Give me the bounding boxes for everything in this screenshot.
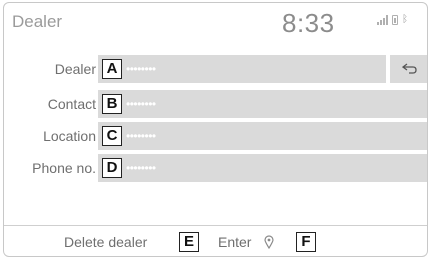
- location-label: Location: [43, 128, 96, 144]
- row-contact: Contact •••••••• B: [4, 90, 427, 118]
- badge-b: B: [102, 94, 122, 114]
- enter-button[interactable]: Enter: [218, 234, 251, 250]
- bottom-bar: Delete dealer E Enter F: [4, 225, 427, 256]
- delete-dealer-button[interactable]: Delete dealer: [64, 234, 147, 250]
- contact-field[interactable]: ••••••••: [98, 90, 427, 118]
- badge-a: A: [102, 59, 122, 79]
- back-button[interactable]: [390, 55, 427, 83]
- badge-c: C: [102, 126, 122, 146]
- badge-e: E: [179, 232, 199, 252]
- clock: 8:33: [282, 8, 335, 38]
- row-phone: Phone no. •••••••• D: [4, 154, 427, 182]
- phone-label: Phone no.: [32, 160, 96, 176]
- badge-d: D: [102, 158, 122, 178]
- phone-field[interactable]: ••••••••: [98, 154, 427, 182]
- header: Dealer 8:33 ᛒ: [4, 3, 427, 43]
- badge-f: F: [296, 232, 316, 252]
- dealer-label: Dealer: [54, 61, 96, 77]
- dealer-value: ••••••••: [126, 62, 156, 76]
- bluetooth-icon: ᛒ: [402, 14, 408, 25]
- dealer-screen: Dealer 8:33 ᛒ Dealer •••••••• A Contact …: [3, 2, 428, 257]
- screen-title: Dealer: [12, 12, 63, 31]
- map-pin-icon: [264, 235, 274, 249]
- dealer-field[interactable]: ••••••••: [98, 55, 386, 83]
- phone-value: ••••••••: [126, 161, 156, 175]
- status-icons: ᛒ: [377, 15, 408, 25]
- location-value: ••••••••: [126, 129, 156, 143]
- back-arrow-icon: [402, 63, 417, 74]
- contact-label: Contact: [47, 96, 96, 112]
- battery-icon: [392, 15, 398, 25]
- signal-icon: [377, 15, 388, 25]
- contact-value: ••••••••: [126, 97, 156, 111]
- row-location: Location •••••••• C: [4, 122, 427, 150]
- row-dealer: Dealer •••••••• A: [4, 55, 388, 83]
- location-field[interactable]: ••••••••: [98, 122, 427, 150]
